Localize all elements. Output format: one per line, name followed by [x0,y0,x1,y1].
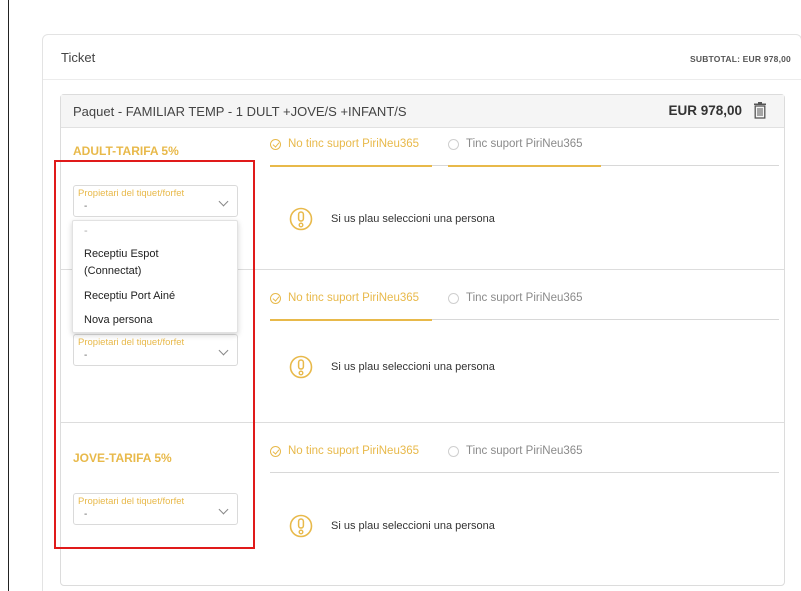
highlight-box [54,160,255,549]
warning-text: Si us plau seleccioni una persona [331,520,495,532]
tab-support[interactable]: Tinc suport PiriNeu365 [448,445,598,473]
tab-support-label: Tinc suport PiriNeu365 [466,138,583,150]
warning-icon [289,207,313,231]
warning-message: Si us plau seleccioni una persona [289,514,589,540]
warning-message: Si us plau seleccioni una persona [289,207,589,233]
warning-text: Si us plau seleccioni una persona [331,213,495,225]
warning-icon [289,355,313,379]
tab-support-indicator [448,165,601,167]
tab-support-label: Tinc suport PiriNeu365 [466,292,583,304]
tab-support-label: Tinc suport PiriNeu365 [466,445,583,457]
support-tabs: No tinc suport PiriNeu365 Tinc suport Pi… [270,138,779,167]
tab-no-support-label: No tinc suport PiriNeu365 [288,138,420,150]
subtotal-label: SUBTOTAL: EUR 978,00 [690,54,791,64]
tab-no-support-label: No tinc suport PiriNeu365 [288,445,420,457]
tab-no-support[interactable]: No tinc suport PiriNeu365 [270,138,432,167]
warning-icon [289,514,313,538]
warning-text: Si us plau seleccioni una persona [331,361,495,373]
check-circle-icon [270,293,281,304]
tab-support[interactable]: Tinc suport PiriNeu365 [448,292,598,320]
tab-support[interactable]: Tinc suport PiriNeu365 [448,138,601,167]
package-price: EUR 978,00 [668,103,742,118]
active-tab-indicator [270,319,432,321]
radio-circle-icon [448,446,459,457]
active-tab-indicator [270,165,432,167]
trash-icon[interactable] [753,102,767,119]
support-tabs: No tinc suport PiriNeu365 Tinc suport Pi… [270,292,779,321]
radio-circle-icon [448,139,459,150]
check-circle-icon [270,446,281,457]
tab-no-support-label: No tinc suport PiriNeu365 [288,292,420,304]
window-edge [8,0,9,591]
package-header: Paquet - FAMILIAR TEMP - 1 DULT +JOVE/S … [61,95,784,128]
tab-no-support[interactable]: No tinc suport PiriNeu365 [270,445,432,473]
section-label: ADULT-TARIFA 5% [73,144,179,158]
package-title: Paquet - FAMILIAR TEMP - 1 DULT +JOVE/S … [73,104,407,119]
radio-circle-icon [448,293,459,304]
warning-message: Si us plau seleccioni una persona [289,355,589,381]
tab-no-support[interactable]: No tinc suport PiriNeu365 [270,292,432,321]
ticket-title: Ticket [61,50,96,65]
support-tabs: No tinc suport PiriNeu365 Tinc suport Pi… [270,445,779,473]
check-circle-icon [270,139,281,150]
ticket-header: Ticket SUBTOTAL: EUR 978,00 [43,35,801,80]
